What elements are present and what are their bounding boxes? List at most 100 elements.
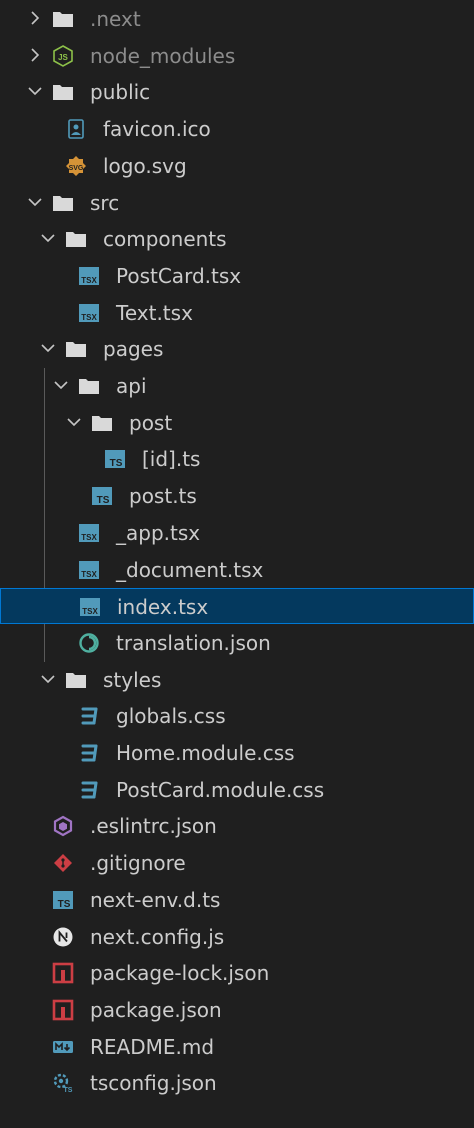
ts-file-icon: TS [91,485,113,507]
ts-file-icon: TS [52,889,74,911]
item-label: logo.svg [103,153,187,178]
chevron-down-icon[interactable] [66,414,82,430]
item-label: api [116,374,147,398]
item-label: public [90,80,151,105]
item-label: translation.json [116,630,271,655]
file-row-id-ts[interactable]: TS [id].ts [0,441,474,477]
css-file-icon [78,742,100,764]
folder-row-next[interactable]: .next [0,1,474,37]
folder-icon [52,81,74,103]
item-label: _document.tsx [116,557,264,582]
folder-row-pages[interactable]: pages [0,331,474,367]
svg-text:TS: TS [97,495,110,506]
nodejs-icon: JS [52,44,74,67]
svg-text:TSX: TSX [82,607,98,616]
file-row-document-tsx[interactable]: TSX _document.tsx [0,552,474,588]
file-row-next-env-d-ts[interactable]: TS next-env.d.ts [0,882,474,918]
item-label: globals.css [116,704,226,729]
svg-text:TSX: TSX [81,276,97,285]
folder-row-public[interactable]: public [0,74,474,110]
svg-text:SVG: SVG [69,165,84,172]
chevron-down-icon[interactable] [53,377,69,393]
file-row-post-ts[interactable]: TS post.ts [0,478,474,514]
svg-text:TSX: TSX [81,533,97,542]
ts-file-icon: TS [104,448,126,470]
item-label: src [90,190,120,215]
file-row-gitignore[interactable]: .gitignore [0,845,474,881]
file-row-favicon-ico[interactable]: favicon.ico [0,111,474,147]
item-label: next.config.js [90,924,225,949]
file-row-readme-md[interactable]: README.md [0,1029,474,1065]
git-icon [52,852,74,874]
file-row-postcard-tsx[interactable]: TSX PostCard.tsx [0,258,474,294]
css-file-icon [78,779,100,801]
folder-row-styles[interactable]: styles [0,662,474,698]
tsx-file-icon: TSX [78,265,100,287]
item-label: PostCard.module.css [116,777,325,802]
item-label: .next [90,7,141,31]
item-label: node_modules [90,43,236,68]
item-label: index.tsx [117,595,209,620]
item-label: Home.module.css [116,741,295,765]
file-row-postcard-module-css[interactable]: PostCard.module.css [0,772,474,808]
item-label: _app.tsx [116,520,201,545]
chevron-right-icon[interactable] [27,10,43,26]
chevron-down-icon[interactable] [40,230,56,246]
i18n-json-icon [78,632,100,654]
file-row-next-config-js[interactable]: next.config.js [0,919,474,955]
svg-text:TS: TS [110,458,123,469]
item-label: styles [103,667,162,692]
svg-text:JS: JS [58,53,68,62]
file-row-translation-json[interactable]: translation.json [0,625,474,661]
item-label: tsconfig.json [90,1071,217,1096]
folder-row-node-modules[interactable]: JS node_modules [0,38,474,74]
item-label: .gitignore [90,851,186,876]
folder-icon [52,192,74,214]
folder-icon [52,8,74,30]
folder-row-components[interactable]: components [0,221,474,257]
file-row-text-tsx[interactable]: TSX Text.tsx [0,295,474,331]
svg-text:TS: TS [64,1087,73,1094]
item-label: post [129,410,173,435]
item-label: README.md [90,1034,215,1059]
svg-text:TSX: TSX [81,313,97,322]
markdown-icon [52,1036,74,1058]
file-explorer-tree: .next JS node_modulespublic favicon.ico SVG l… [0,0,474,1128]
tsconfig-icon: TS [52,1072,74,1094]
chevron-down-icon[interactable] [27,83,43,99]
folder-row-post[interactable]: post [0,405,474,441]
file-row-eslintrc-json[interactable]: .eslintrc.json [0,808,474,844]
svg-text:TSX: TSX [81,570,97,579]
chevron-right-icon[interactable] [27,47,43,63]
file-row-logo-svg[interactable]: SVG logo.svg [0,148,474,184]
file-row-package-lock-json[interactable]: package-lock.json [0,955,474,991]
item-label: components [103,227,227,252]
folder-row-src[interactable]: src [0,185,474,221]
eslint-icon [52,815,74,837]
item-label: post.ts [129,484,197,509]
chevron-down-icon[interactable] [40,340,56,356]
file-row-home-module-css[interactable]: Home.module.css [0,735,474,771]
chevron-down-icon[interactable] [27,194,43,210]
folder-icon [78,375,100,397]
item-label: next-env.d.ts [90,887,221,912]
folder-row-api[interactable]: api [0,368,474,404]
svg-file-icon: SVG [65,155,87,177]
css-file-icon [78,705,100,727]
file-row-globals-css[interactable]: globals.css [0,698,474,734]
npm-icon [52,962,74,984]
chevron-down-icon[interactable] [40,671,56,687]
item-label: favicon.ico [103,117,211,142]
file-row-app-tsx[interactable]: TSX _app.tsx [0,515,474,551]
folder-icon [65,228,87,250]
folder-icon [65,338,87,360]
file-row-index-tsx[interactable]: TSX index.tsx [0,588,474,625]
tsx-file-icon: TSX [79,596,101,618]
tsx-file-icon: TSX [78,522,100,544]
file-row-tsconfig-json[interactable]: TS tsconfig.json [0,1065,474,1101]
item-label: PostCard.tsx [116,263,242,288]
image-file-icon [65,118,87,140]
item-label: [id].ts [142,447,201,472]
file-row-package-json[interactable]: package.json [0,992,474,1028]
item-label: Text.tsx [116,300,193,325]
